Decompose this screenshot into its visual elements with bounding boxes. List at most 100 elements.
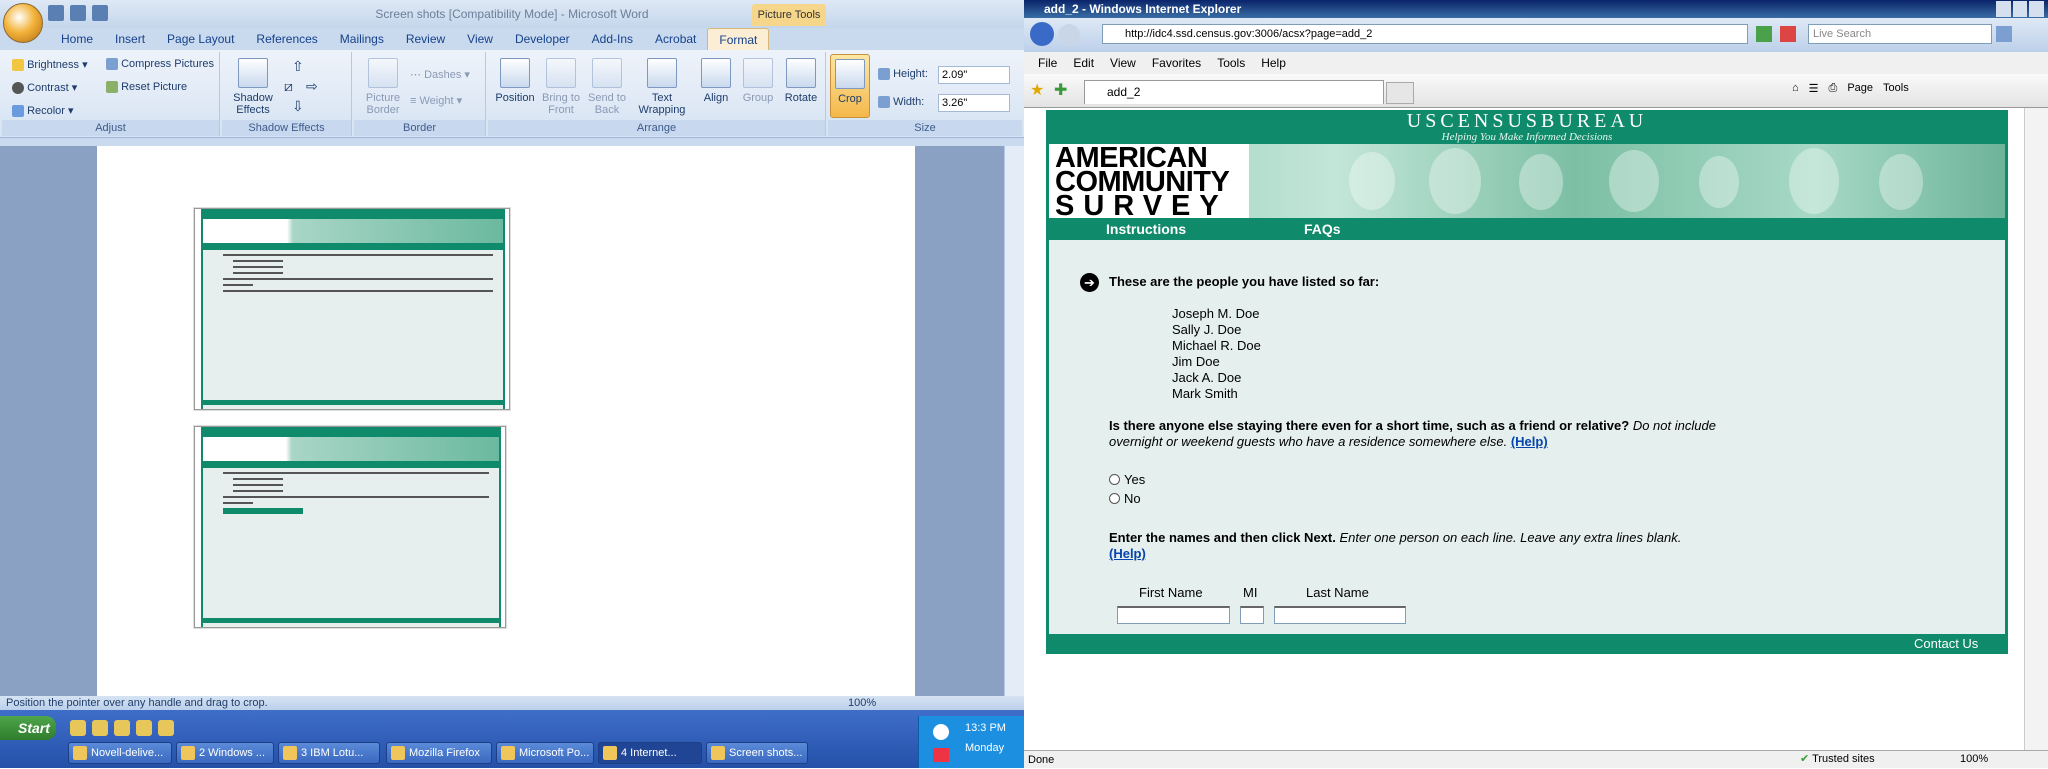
ie-vertical-scrollbar[interactable] [2024,108,2048,750]
new-tab-button[interactable] [1386,82,1414,104]
tab-view[interactable]: View [456,28,504,50]
last-name-input[interactable] [1274,606,1406,624]
no-radio[interactable] [1109,493,1120,504]
forward-icon[interactable] [1058,24,1080,46]
clock-time[interactable]: 13:3 PM [965,722,1006,734]
tab-mailings[interactable]: Mailings [329,28,395,50]
taskbar-item-powerpoint[interactable]: Microsoft Po... [496,742,594,764]
word-zoom-level[interactable]: 100% [848,696,876,710]
back-icon[interactable] [1030,22,1054,46]
embedded-screenshot-2[interactable] [194,426,506,628]
tab-acrobat[interactable]: Acrobat [644,28,707,50]
undo-icon[interactable] [70,5,86,21]
redo-icon[interactable] [92,5,108,21]
home-icon[interactable]: ⌂ [1792,82,1799,95]
taskbar-item-internet-explorer[interactable]: 4 Internet... [598,742,702,764]
quick-launch-icon[interactable] [70,720,86,736]
tab-insert[interactable]: Insert [104,28,156,50]
position-icon [500,58,530,88]
no-label: No [1124,491,1141,506]
help-link-2[interactable]: (Help) [1109,546,1146,561]
tab-format[interactable]: Format [707,28,770,50]
mi-input[interactable] [1240,606,1264,624]
compress-pictures-button[interactable]: Compress Pictures [106,58,214,71]
tools-menu[interactable]: Tools [1883,82,1909,95]
taskbar-item-novell[interactable]: Novell-delive... [68,742,172,764]
tab-home[interactable]: Home [50,28,104,50]
bring-to-front-button[interactable]: Bring to Front [538,58,584,116]
stop-icon[interactable] [1780,26,1796,42]
folder-icon[interactable] [114,720,130,736]
add-favorites-icon[interactable]: ✚ [1054,83,1070,99]
close-icon[interactable] [2029,1,2045,17]
menu-file[interactable]: File [1030,52,1065,74]
feeds-icon[interactable]: ☰ [1809,82,1819,95]
ie-tab-add-2[interactable]: add_2 [1084,80,1384,104]
address-bar[interactable]: http://idc4.ssd.census.gov:3006/acsx?pag… [1102,24,1748,44]
tab-review[interactable]: Review [395,28,456,50]
menu-favorites[interactable]: Favorites [1144,52,1209,74]
reset-picture-button[interactable]: Reset Picture [106,81,187,94]
text-wrapping-button[interactable]: Text Wrapping [632,58,692,116]
crop-button[interactable]: Crop [830,54,870,118]
list-item: Joseph M. Doe [1172,306,1260,321]
volume-icon[interactable] [933,748,949,762]
menu-tools[interactable]: Tools [1209,52,1253,74]
nudge-shadow-right-icon[interactable]: ⇨ [306,78,318,95]
favorites-star-icon[interactable]: ★ [1030,83,1046,99]
menu-view[interactable]: View [1102,52,1144,74]
tab-references[interactable]: References [245,28,328,50]
taskbar-item-screen-shots[interactable]: Screen shots... [706,742,808,764]
embedded-screenshot-1[interactable] [194,208,510,410]
width-input[interactable]: 3.26" [938,94,1010,112]
tab-developer[interactable]: Developer [504,28,581,50]
taskbar-item-windows[interactable]: 2 Windows ... [176,742,274,764]
maximize-icon[interactable] [2012,1,2028,17]
send-to-back-button[interactable]: Send to Back [584,58,630,116]
ie-icon[interactable] [158,720,174,736]
picture-border-button[interactable]: Picture Border [360,58,406,116]
menu-edit[interactable]: Edit [1065,52,1102,74]
media-icon[interactable] [136,720,152,736]
nav-faqs[interactable]: FAQs [1304,218,1341,240]
weight-button[interactable]: ≡ Weight ▾ [410,94,462,107]
rotate-button[interactable]: Rotate [780,58,822,104]
refresh-icon[interactable] [1756,26,1772,42]
save-icon[interactable] [48,5,64,21]
nav-instructions[interactable]: Instructions [1106,218,1186,240]
live-search-input[interactable]: Live Search [1808,24,1992,44]
taskbar-item-lotus[interactable]: 3 IBM Lotu... [278,742,380,764]
print-icon[interactable]: ⎙ [1829,82,1838,95]
contrast-button[interactable]: Contrast ▾ [12,81,77,95]
nudge-shadow-down-icon[interactable]: ⇩ [292,98,304,115]
taskbar-item-firefox[interactable]: Mozilla Firefox [386,742,492,764]
word-vertical-scrollbar[interactable] [1004,146,1024,696]
help-link[interactable]: (Help) [1511,434,1548,449]
dashes-button[interactable]: ⋯ Dashes ▾ [410,68,470,81]
tab-add-ins[interactable]: Add-Ins [581,28,644,50]
recolor-button[interactable]: Recolor ▾ [12,104,74,118]
group-button[interactable]: Group [738,58,778,104]
height-input[interactable]: 2.09" [938,66,1010,84]
arrange-group: Position Bring to Front Send to Back Tex… [488,52,826,136]
ie-status-bar: Done [1024,750,2048,768]
tab-page-layout[interactable]: Page Layout [156,28,245,50]
ie-zoom-level[interactable]: 100% [1960,750,1988,768]
firefox-icon[interactable] [92,720,108,736]
shadow-effects-button[interactable]: Shadow Effects [228,58,278,116]
minimize-icon[interactable] [1996,1,2011,17]
first-name-input[interactable] [1117,606,1230,624]
search-icon[interactable] [1996,26,2012,42]
nudge-shadow-up-icon[interactable]: ⇧ [292,58,304,75]
align-button[interactable]: Align [696,58,736,104]
shadow-on-off-icon[interactable]: ⧄ [284,78,293,95]
network-icon[interactable] [933,724,949,740]
menu-help[interactable]: Help [1253,52,1294,74]
page-menu[interactable]: Page [1847,82,1873,95]
brightness-button[interactable]: Brightness ▾ [12,58,88,72]
yes-radio[interactable] [1109,474,1120,485]
office-button[interactable] [3,3,43,43]
contact-us-link[interactable]: Contact Us [1914,634,1978,654]
start-button[interactable]: Start [0,716,56,740]
position-button[interactable]: Position [492,58,538,104]
